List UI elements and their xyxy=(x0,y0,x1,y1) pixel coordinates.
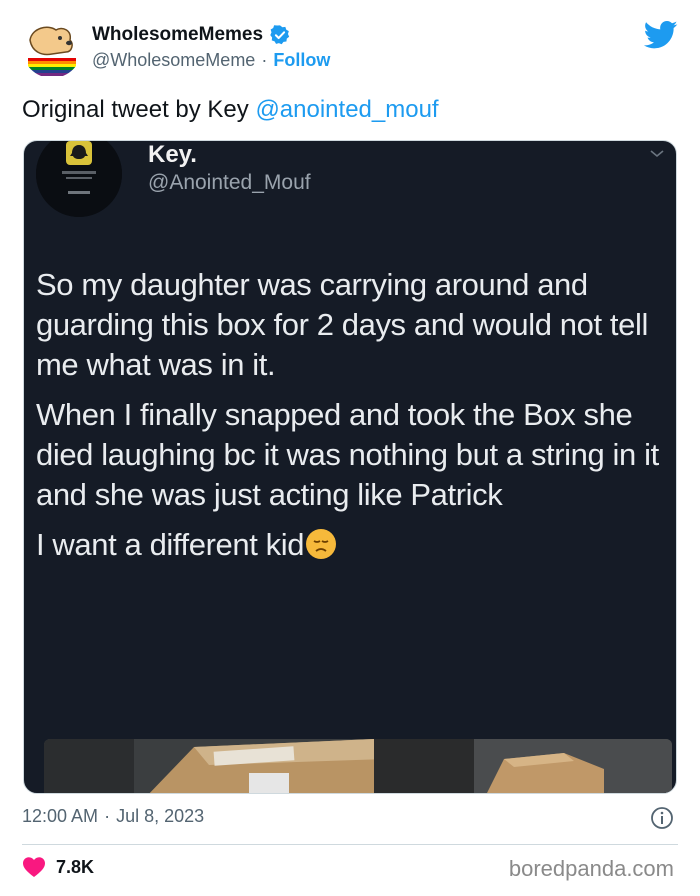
timestamp-separator: · xyxy=(104,806,111,826)
embedded-paragraph: When I finally snapped and took the Box … xyxy=(36,397,659,512)
account-handle[interactable]: @WholesomeMeme xyxy=(92,50,255,71)
tweet-text-prefix: Original tweet by Key xyxy=(22,96,256,123)
verified-badge-icon xyxy=(270,25,290,45)
tweet-media[interactable]: Key. @Anointed_Mouf So my daughter was c… xyxy=(23,140,677,794)
embedded-paragraph-text: I want a different kid xyxy=(36,527,305,562)
tweet-date: Jul 8, 2023 xyxy=(116,806,205,826)
like-action[interactable]: 7.8K xyxy=(22,856,94,878)
name-row: WholesomeMemes xyxy=(92,24,291,46)
mention-link[interactable]: @anointed_mouf xyxy=(255,96,438,123)
snapchat-avatar-icon xyxy=(36,141,122,217)
handle-separator: · xyxy=(261,50,268,70)
tweet-header: WholesomeMemes @WholesomeMeme · Follow xyxy=(0,0,700,90)
like-count: 7.8K xyxy=(56,856,95,877)
tweet-timestamp[interactable]: 12:00 AM · Jul 8, 2023 xyxy=(22,806,204,827)
embedded-avatar xyxy=(36,141,122,217)
account-avatar[interactable] xyxy=(22,18,82,78)
watermark: boredpanda.com xyxy=(508,856,674,881)
tweet-text: Original tweet by Key @anointed_mouf xyxy=(22,94,439,126)
embedded-body: So my daughter was carrying around and g… xyxy=(36,265,676,575)
display-name[interactable]: WholesomeMemes xyxy=(92,24,263,46)
tweet-time: 12:00 AM xyxy=(22,806,99,826)
follow-button[interactable]: Follow xyxy=(273,50,330,71)
box-photo xyxy=(44,739,672,793)
twitter-bird-icon[interactable] xyxy=(644,20,678,50)
footer-divider xyxy=(22,844,678,845)
info-icon[interactable] xyxy=(650,806,674,830)
embedded-paragraph-last: I want a different kid xyxy=(36,525,676,565)
embedded-name: Key. xyxy=(148,141,197,168)
chevron-down-icon xyxy=(650,150,664,158)
heart-icon[interactable] xyxy=(22,856,46,878)
box-photo-image xyxy=(44,739,672,793)
embedded-paragraph: So my daughter was carrying around and g… xyxy=(36,267,648,382)
handle-row: @WholesomeMeme · Follow xyxy=(92,50,330,71)
embedded-handle: @Anointed_Mouf xyxy=(148,171,311,194)
dog-logo-icon xyxy=(22,18,82,78)
disappointed-face-icon xyxy=(306,529,337,559)
